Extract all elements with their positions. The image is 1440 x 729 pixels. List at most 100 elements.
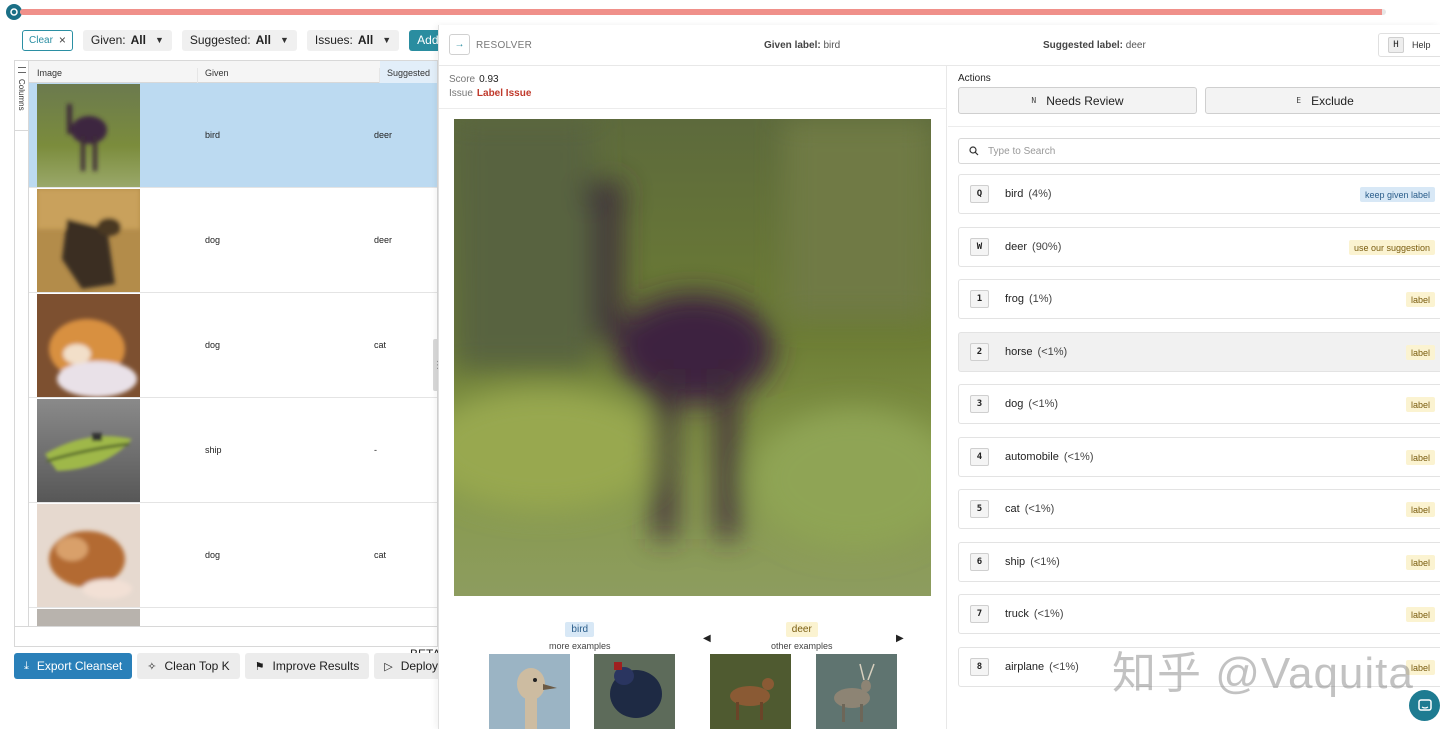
label-probability: (<1%) bbox=[1063, 451, 1094, 463]
chevron-down-icon: ▼ bbox=[279, 35, 289, 45]
cell-suggested: deer bbox=[374, 235, 393, 245]
table-footer bbox=[15, 626, 437, 646]
table-row[interactable]: dog cat bbox=[29, 293, 437, 398]
clear-filters-button[interactable]: Clear × bbox=[22, 29, 73, 51]
next-arrow-icon[interactable]: ▶ bbox=[896, 633, 904, 644]
label-tag[interactable]: label bbox=[1405, 450, 1435, 465]
label-tag[interactable]: label bbox=[1405, 502, 1435, 517]
label-name: airplane bbox=[1005, 661, 1045, 673]
help-label: Help bbox=[1412, 40, 1431, 50]
chevron-down-icon: ▼ bbox=[154, 35, 164, 45]
shortcut-key: Q bbox=[970, 185, 989, 203]
shortcut-key: 4 bbox=[970, 448, 989, 466]
label-name: ship bbox=[1005, 556, 1026, 568]
label-tag[interactable]: label bbox=[1405, 345, 1435, 360]
given-filter[interactable]: Given: All ▼ bbox=[82, 29, 172, 51]
columns-toggle[interactable]: Columns bbox=[15, 61, 29, 131]
label-option-frog[interactable]: 1 frog (1%) label bbox=[958, 279, 1440, 319]
label-name: cat bbox=[1005, 503, 1020, 515]
label-probability: (<1%) bbox=[1030, 556, 1060, 568]
header-suggested[interactable]: Suggested bbox=[380, 61, 437, 83]
columns-label: Columns bbox=[17, 79, 26, 111]
header-image[interactable]: Image bbox=[37, 68, 62, 78]
bottom-toolbar: ⤓ Export Cleanset ✧ Clean Top K ⚑ Improv… bbox=[14, 653, 485, 679]
issues-filter-label: Issues: bbox=[314, 33, 353, 47]
thumbnail-image bbox=[37, 84, 140, 187]
shortcut-key: 5 bbox=[970, 500, 989, 518]
label-option-deer[interactable]: W deer (90%) use our suggestion bbox=[958, 227, 1440, 267]
given-filter-label: Given: bbox=[90, 33, 126, 47]
cell-suggested: cat bbox=[374, 340, 387, 350]
exclude-button[interactable]: E Exclude bbox=[1205, 87, 1440, 114]
help-button[interactable]: H Help bbox=[1378, 33, 1440, 57]
clear-label: Clear bbox=[29, 34, 53, 46]
label-option-bird[interactable]: Q bird (4%) keep given label bbox=[958, 174, 1440, 214]
columns-icon bbox=[17, 67, 26, 73]
label-tag[interactable]: label bbox=[1405, 397, 1435, 412]
label-tag[interactable]: label bbox=[1405, 607, 1435, 622]
prev-arrow-icon[interactable]: ◀ bbox=[703, 633, 711, 644]
thumbnail-image bbox=[37, 189, 140, 292]
improve-results-button[interactable]: ⚑ Improve Results bbox=[244, 653, 370, 679]
table-row[interactable]: dog deer bbox=[29, 188, 437, 293]
cell-suggested: deer bbox=[374, 130, 393, 140]
exclude-shortcut: E bbox=[1296, 96, 1302, 105]
use-suggestion-tag[interactable]: use our suggestion bbox=[1348, 240, 1435, 255]
collapse-arrow-icon[interactable]: → bbox=[449, 34, 470, 55]
label-option-automobile[interactable]: 4 automobile (<1%) label bbox=[958, 437, 1440, 477]
cell-suggested: cat bbox=[374, 550, 387, 560]
example-image[interactable] bbox=[594, 654, 675, 729]
given-label-value: bird bbox=[823, 40, 841, 51]
clean-top-k-button[interactable]: ✧ Clean Top K bbox=[137, 653, 240, 679]
table-row[interactable]: bird deer bbox=[29, 83, 437, 188]
suggested-filter-label: Suggested: bbox=[189, 33, 251, 47]
examples-suggested-caption: other examples bbox=[771, 641, 833, 651]
data-table: Columns Image Given Suggested bird deer bbox=[14, 60, 438, 647]
example-image[interactable] bbox=[816, 654, 897, 729]
app-root: Clear × Given: All ▼ Suggested: All ▼ Is… bbox=[0, 0, 1440, 729]
table-row[interactable] bbox=[29, 608, 437, 628]
chevron-down-icon: ▼ bbox=[382, 35, 392, 45]
issues-filter[interactable]: Issues: All ▼ bbox=[306, 29, 400, 51]
export-cleanset-button[interactable]: ⤓ Export Cleanset bbox=[14, 653, 133, 679]
resolver-header: → RESOLVER Given label: bird Suggested l… bbox=[439, 25, 1440, 66]
suggested-filter[interactable]: Suggested: All ▼ bbox=[181, 29, 297, 51]
header-given[interactable]: Given bbox=[205, 68, 229, 78]
label-option-dog[interactable]: 3 dog (<1%) label bbox=[958, 384, 1440, 424]
exclude-label: Exclude bbox=[1311, 93, 1354, 108]
needs-review-button[interactable]: N Needs Review bbox=[958, 87, 1197, 114]
label-name: dog bbox=[1005, 398, 1024, 410]
label-option-horse[interactable]: 2 horse (<1%) label bbox=[958, 332, 1440, 372]
label-probability: (90%) bbox=[1032, 241, 1062, 253]
example-image[interactable] bbox=[710, 654, 791, 729]
label-option-ship[interactable]: 6 ship (<1%) label bbox=[958, 542, 1440, 582]
table-row[interactable]: dog cat bbox=[29, 503, 437, 608]
improve-label: Improve Results bbox=[272, 659, 360, 673]
label-probability: (<1%) bbox=[1028, 398, 1059, 410]
label-option-truck[interactable]: 7 truck (<1%) label bbox=[958, 594, 1440, 634]
thumbnail-image bbox=[37, 399, 140, 502]
suggested-label-value: deer bbox=[1125, 40, 1146, 51]
given-label-key: Given label: bbox=[764, 40, 821, 51]
examples-suggested: deer other examples bbox=[771, 622, 833, 651]
label-option-cat[interactable]: 5 cat (<1%) label bbox=[958, 489, 1440, 529]
cell-given: ship bbox=[205, 445, 222, 455]
label-name: deer bbox=[1005, 241, 1028, 253]
example-image[interactable] bbox=[489, 654, 570, 729]
cell-given: dog bbox=[205, 235, 221, 245]
keep-given-label-tag[interactable]: keep given label bbox=[1359, 187, 1435, 202]
issue-value: Label Issue bbox=[476, 88, 532, 99]
filter-bar: Clear × Given: All ▼ Suggested: All ▼ Is… bbox=[22, 29, 486, 51]
table-row[interactable]: ship - bbox=[29, 398, 437, 503]
shortcut-key: 3 bbox=[970, 395, 989, 413]
shortcut-key: 8 bbox=[970, 658, 989, 676]
label-tag[interactable]: label bbox=[1405, 555, 1435, 570]
label-tag[interactable]: label bbox=[1405, 292, 1435, 307]
label-search-input[interactable]: Type to Search bbox=[958, 138, 1440, 164]
label-probability: (<1%) bbox=[1037, 346, 1068, 358]
examples-given-caption: more examples bbox=[549, 641, 611, 651]
table-header: Image Given Suggested bbox=[29, 61, 437, 90]
chat-icon[interactable] bbox=[1409, 690, 1440, 721]
suggested-filter-value: All bbox=[255, 33, 271, 47]
label-probability: (4%) bbox=[1028, 188, 1052, 200]
